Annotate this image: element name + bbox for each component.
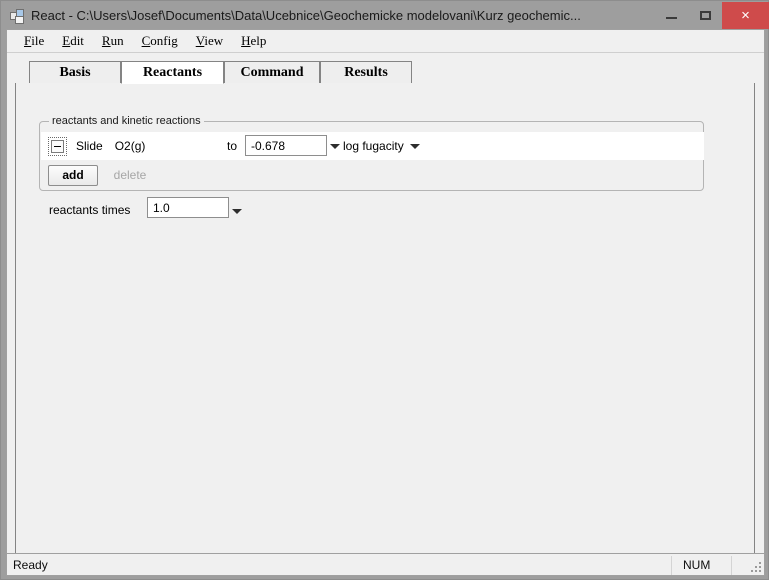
title-bar[interactable]: React - C:\Users\Josef\Documents\Data\Uc… bbox=[2, 2, 769, 29]
menu-item-view[interactable]: View bbox=[187, 32, 232, 50]
reactant-species-label[interactable]: O2(g) bbox=[115, 139, 146, 153]
close-button[interactable]: × bbox=[722, 2, 769, 29]
menu-bar: File Edit Run Config View Help bbox=[7, 30, 764, 53]
tab-reactants[interactable]: Reactants bbox=[121, 61, 224, 84]
tab-results[interactable]: Results bbox=[320, 61, 412, 84]
minimize-button[interactable] bbox=[654, 2, 688, 29]
tab-basis[interactable]: Basis bbox=[29, 61, 121, 84]
status-divider-right bbox=[731, 556, 732, 575]
window-controls: × bbox=[654, 2, 769, 29]
menu-item-run[interactable]: Run bbox=[93, 32, 133, 50]
reactant-row: Slide O2(g) to log fugacity bbox=[41, 132, 704, 160]
reactant-unit-label[interactable]: log fugacity bbox=[343, 139, 404, 153]
tab-page-reactants: reactants and kinetic reactions Slide O2… bbox=[15, 83, 755, 556]
menu-rest-file: ile bbox=[31, 33, 45, 48]
menu-mnemonic-h: H bbox=[241, 33, 251, 48]
application-window: React - C:\Users\Josef\Documents\Data\Uc… bbox=[0, 0, 769, 580]
close-icon: × bbox=[741, 7, 750, 24]
reactant-to-label: to bbox=[227, 139, 238, 153]
window-title: React - C:\Users\Josef\Documents\Data\Uc… bbox=[31, 8, 581, 23]
menu-mnemonic-r: R bbox=[101, 33, 111, 48]
reactant-button-row: add delete bbox=[41, 160, 704, 190]
status-num-indicator: NUM bbox=[683, 557, 711, 572]
menu-item-help[interactable]: Help bbox=[232, 32, 275, 50]
reactant-value-chevron-down-icon[interactable] bbox=[330, 144, 340, 149]
menu-rest-view: iew bbox=[204, 33, 224, 48]
reactant-unit-chevron-down-icon[interactable] bbox=[410, 144, 420, 149]
delete-button: delete bbox=[105, 164, 155, 186]
tab-command[interactable]: Command bbox=[224, 61, 320, 84]
reactants-times-chevron-down-icon[interactable] bbox=[232, 209, 242, 214]
menu-mnemonic-e: E bbox=[62, 33, 71, 48]
status-bar: Ready NUM bbox=[6, 553, 765, 576]
menu-rest-help: elp bbox=[250, 33, 267, 48]
add-button[interactable]: add bbox=[48, 164, 98, 186]
resize-grip-icon[interactable] bbox=[749, 560, 761, 572]
reactants-group-caption: reactants and kinetic reactions bbox=[49, 115, 204, 127]
status-message: Ready bbox=[13, 557, 48, 572]
status-divider-left bbox=[671, 556, 672, 575]
maximize-button[interactable] bbox=[688, 2, 722, 29]
menu-item-config[interactable]: Config bbox=[133, 32, 187, 50]
reactants-times-label: reactants times bbox=[49, 203, 131, 217]
reactant-kind-label: Slide bbox=[76, 139, 103, 153]
menu-mnemonic-c: C bbox=[141, 33, 151, 48]
menu-rest-edit: dit bbox=[70, 33, 84, 48]
menu-item-file[interactable]: File bbox=[15, 32, 53, 50]
maximize-icon bbox=[699, 11, 711, 20]
minus-icon[interactable] bbox=[48, 136, 67, 156]
reactant-value-input[interactable] bbox=[245, 135, 327, 156]
menu-rest-run: un bbox=[110, 33, 124, 48]
reactants-times-input[interactable] bbox=[147, 197, 229, 218]
tab-strip: Basis Reactants Command Results bbox=[15, 61, 755, 84]
client-area: File Edit Run Config View Help Basis Rea… bbox=[6, 29, 765, 576]
menu-item-edit[interactable]: Edit bbox=[53, 32, 93, 50]
app-puzzle-icon bbox=[9, 8, 25, 24]
menu-rest-config: onfig bbox=[150, 33, 178, 48]
reactants-group-box: reactants and kinetic reactions Slide O2… bbox=[39, 115, 704, 191]
minimize-icon bbox=[665, 17, 677, 19]
